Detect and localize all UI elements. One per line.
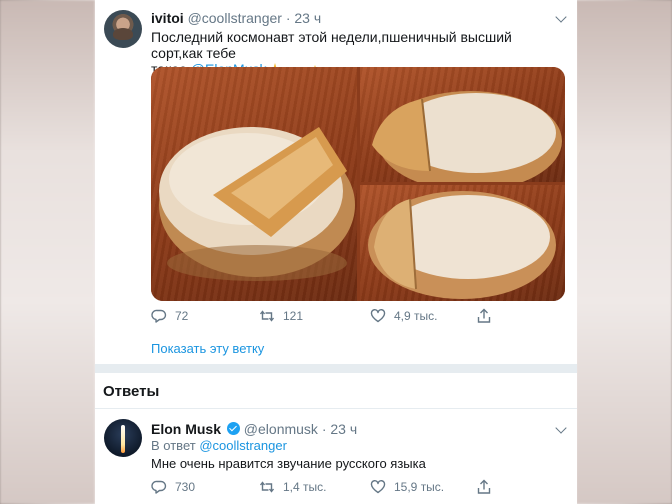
retweet-icon <box>259 481 275 493</box>
like-action[interactable]: 4,9 тыс. <box>370 308 437 324</box>
reply-action[interactable]: 730 <box>151 479 195 495</box>
twitter-panel: ivitoi @coollstranger · 23 ч Последний к… <box>95 0 577 504</box>
like-count: 4,9 тыс. <box>394 309 438 323</box>
retweet-icon <box>259 310 275 322</box>
display-name[interactable]: Elon Musk <box>151 421 221 437</box>
timestamp[interactable]: 23 ч <box>330 421 357 437</box>
section-separator <box>95 364 577 373</box>
media-grid[interactable] <box>151 67 565 301</box>
retweet-count: 121 <box>283 309 304 323</box>
chevron-down-icon[interactable] <box>555 11 567 23</box>
share-icon <box>477 308 491 323</box>
reply-actions: 730 1,4 тыс. 15,9 тыс. <box>151 479 571 499</box>
reply-icon <box>151 309 167 323</box>
share-icon <box>477 479 491 494</box>
reply-count: 730 <box>175 480 196 494</box>
bread-loaf-illustration <box>159 127 355 281</box>
handle[interactable]: @coollstranger <box>188 10 282 26</box>
reply-to-line: В ответ @coollstranger <box>151 438 287 453</box>
blurred-background-right <box>576 0 672 504</box>
reply-header: Elon Musk @elonmusk · 23 ч <box>151 421 357 437</box>
reply-to-label: В ответ <box>151 438 200 453</box>
reply-count: 72 <box>175 309 189 323</box>
verified-badge-icon <box>226 422 240 435</box>
heart-icon <box>370 480 386 494</box>
display-name[interactable]: ivitoi <box>151 10 184 26</box>
reply-tweet[interactable]: Elon Musk @elonmusk · 23 ч В ответ @cool… <box>95 409 577 504</box>
show-thread-link[interactable]: Показать эту ветку <box>151 341 264 356</box>
dot-separator: · <box>285 10 291 26</box>
tweet-header: ivitoi @coollstranger · 23 ч <box>151 10 321 26</box>
like-count: 15,9 тыс. <box>394 480 445 494</box>
blurred-background-left <box>0 0 95 504</box>
reply-to-mention-link[interactable]: @coollstranger <box>199 438 287 453</box>
avatar[interactable] <box>104 419 142 457</box>
share-action[interactable] <box>476 308 492 324</box>
tweet-text-line: Последний космонавт этой недели,пшеничны… <box>151 29 512 61</box>
bread-loaf-illustration <box>368 191 556 299</box>
handle[interactable]: @elonmusk <box>244 421 318 437</box>
timestamp[interactable]: 23 ч <box>294 10 321 26</box>
retweet-action[interactable]: 1,4 тыс. <box>259 479 326 495</box>
reply-icon <box>151 480 167 494</box>
bread-loaf-illustration <box>372 91 562 182</box>
share-action[interactable] <box>476 479 492 495</box>
dot-separator: · <box>321 421 327 437</box>
chevron-down-icon[interactable] <box>555 422 567 434</box>
bread-photo-bottom-right[interactable] <box>360 185 565 301</box>
like-action[interactable]: 15,9 тыс. <box>370 479 444 495</box>
retweet-action[interactable]: 121 <box>259 308 303 324</box>
avatar[interactable] <box>104 10 142 48</box>
retweet-count: 1,4 тыс. <box>283 480 327 494</box>
reply-action[interactable]: 72 <box>151 308 188 324</box>
replies-heading: Ответы <box>103 383 160 400</box>
tweet-actions: 72 121 4,9 тыс. <box>151 308 571 328</box>
bread-photo-top-right[interactable] <box>360 67 565 182</box>
bread-photo-left[interactable] <box>151 67 357 301</box>
reply-text: Мне очень нравится звучание русского язы… <box>151 456 426 471</box>
heart-icon <box>370 309 386 323</box>
